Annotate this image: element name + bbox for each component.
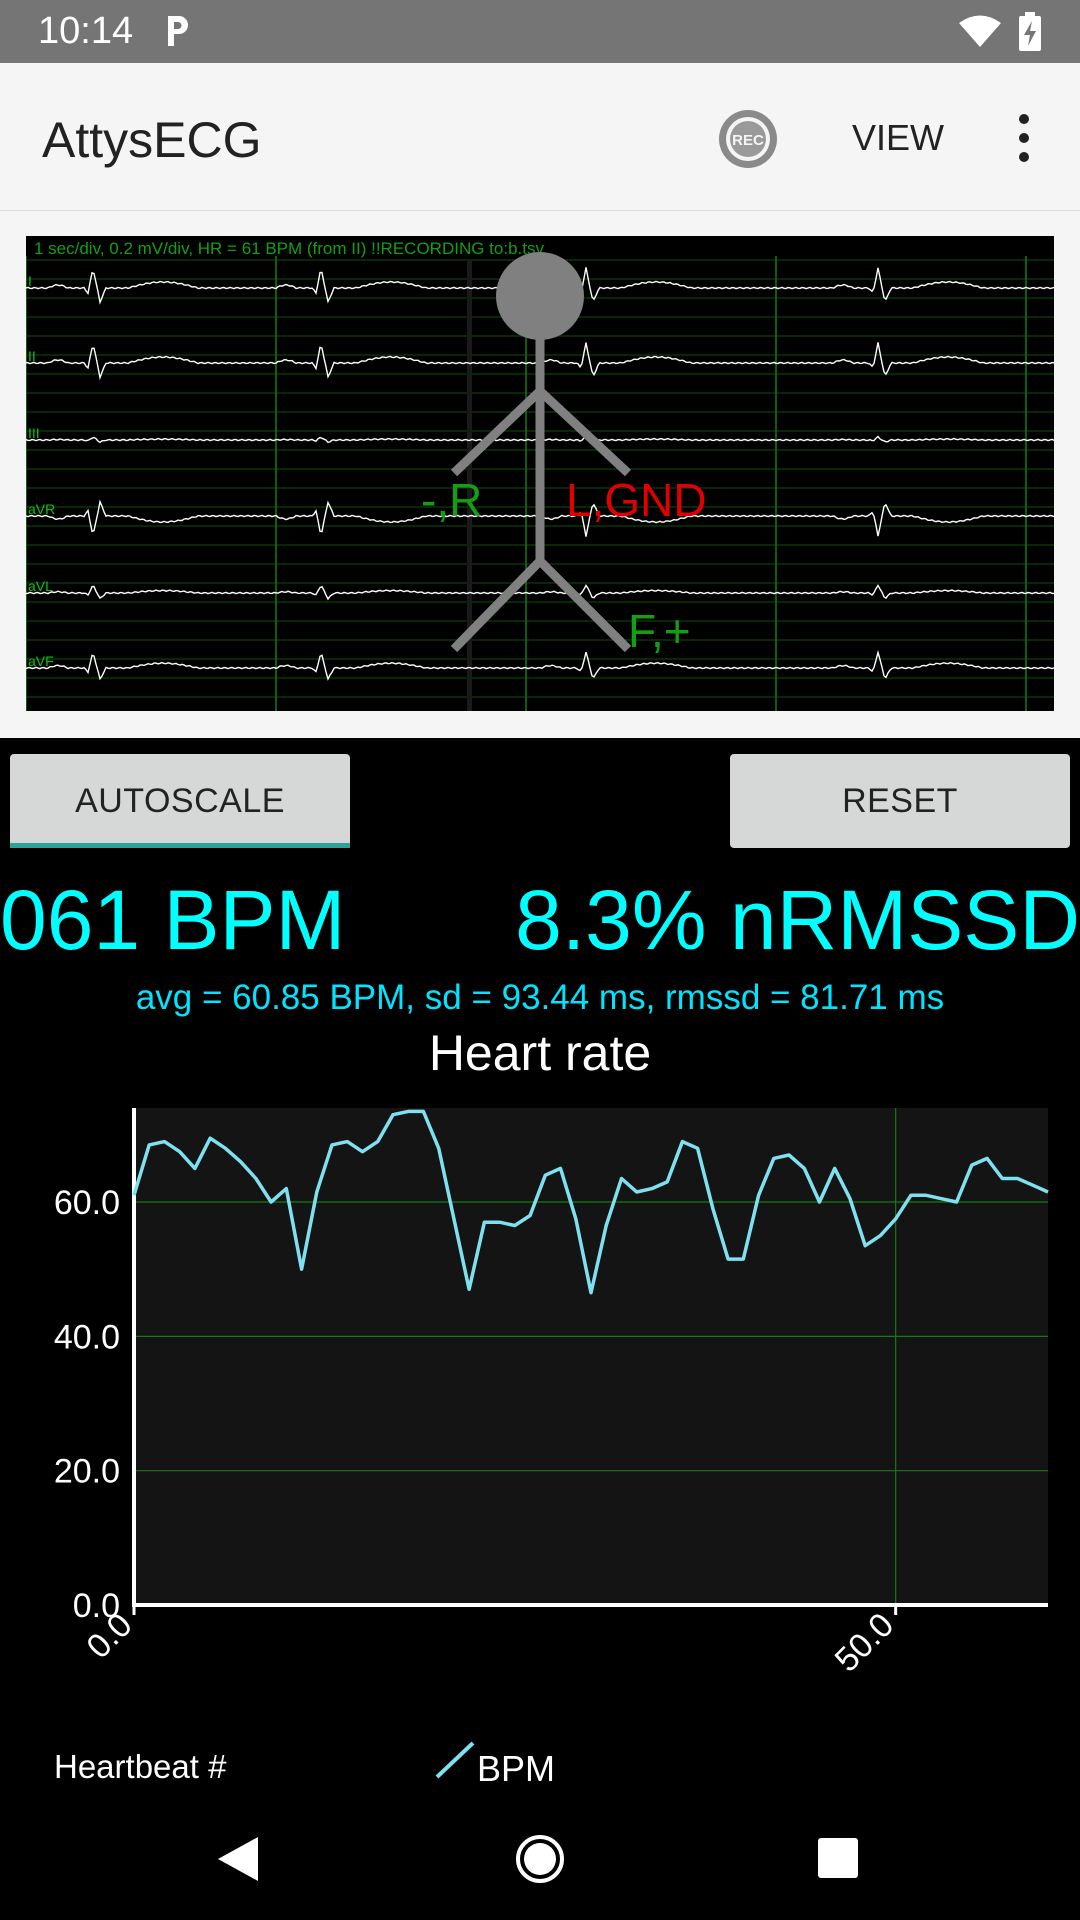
more-vert-icon	[1019, 114, 1029, 162]
x-tick-labels: 0.0 50.0	[79, 1606, 901, 1680]
electrode-foot-label: F,+	[628, 605, 691, 657]
navigation-bar	[0, 1800, 1080, 1920]
ecg-lead-label: aVL	[28, 578, 53, 594]
autoscale-button[interactable]: AUTOSCALE	[10, 754, 350, 848]
rec-label: REC	[732, 132, 764, 149]
plot-area	[134, 1108, 1048, 1605]
nrmssd-readout: 8.3% nRMSSD	[515, 873, 1080, 967]
view-menu-button[interactable]: VIEW	[852, 117, 944, 159]
figure-head	[496, 252, 584, 340]
ecg-plot[interactable]: 1 sec/div, 0.2 mV/div, HR = 61 BPM (from…	[26, 236, 1054, 711]
ecg-lead-label: I	[28, 273, 32, 289]
ecg-lead-label: II	[28, 348, 36, 364]
chart-title: Heart rate	[428, 1025, 652, 1081]
autoscale-focus-indicator	[10, 843, 350, 848]
record-button[interactable]: REC	[716, 107, 780, 171]
reset-button[interactable]: RESET	[730, 754, 1070, 848]
recents-icon[interactable]	[816, 1836, 860, 1880]
electrode-left-label: L,GND	[566, 474, 707, 526]
rec-icon: REC	[719, 110, 777, 168]
hrv-stats: avg = 60.85 BPM, sd = 93.44 ms, rmssd = …	[135, 978, 945, 1017]
y-tick-label: 60.0	[54, 1184, 120, 1222]
heart-rate-chart[interactable]: 0.020.040.060.0 0.0 50.0	[0, 1090, 1080, 1730]
ecg-lead-label: III	[28, 425, 40, 441]
x-tick-label: 50.0	[828, 1606, 902, 1680]
parking-icon	[168, 16, 188, 46]
legend-swatch	[435, 1741, 475, 1779]
x-axis-label: Heartbeat #	[54, 1748, 227, 1785]
ecg-header: 1 sec/div, 0.2 mV/div, HR = 61 BPM (from…	[34, 239, 544, 258]
app-bar: AttysECG REC VIEW	[0, 63, 1080, 211]
y-tick-label: 20.0	[54, 1453, 120, 1491]
app-title: AttysECG	[42, 112, 262, 168]
y-tick-labels: 0.020.040.060.0	[54, 1184, 120, 1625]
legend-series-name: BPM	[477, 1748, 556, 1789]
ecg-lead-label: aVR	[28, 501, 55, 517]
electrode-right-label: -,R	[421, 474, 482, 526]
back-icon[interactable]	[216, 1835, 260, 1883]
battery-charging-icon	[1019, 12, 1041, 51]
home-icon[interactable]	[515, 1834, 565, 1884]
bpm-readout: 061 BPM	[0, 873, 346, 967]
more-options-button[interactable]	[1010, 109, 1038, 169]
status-time: 10:14	[38, 10, 134, 52]
status-bar: 10:14	[0, 0, 1080, 63]
wifi-icon	[959, 15, 1001, 47]
y-tick-label: 40.0	[54, 1318, 120, 1356]
